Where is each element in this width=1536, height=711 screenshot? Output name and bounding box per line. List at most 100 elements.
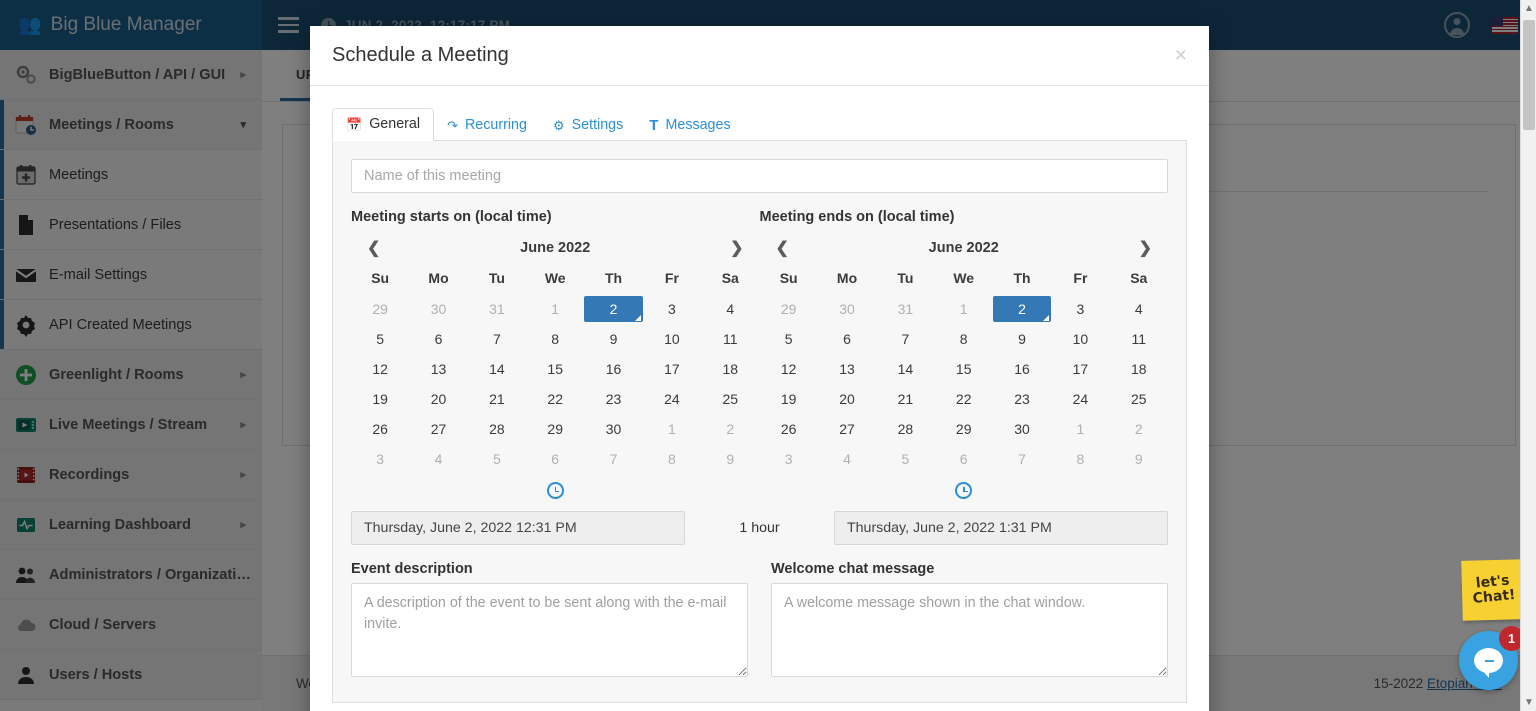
- calendar-day[interactable]: 29: [760, 296, 818, 322]
- calendar-day[interactable]: 29: [351, 296, 409, 322]
- calendar-day[interactable]: 12: [760, 356, 818, 382]
- calendar-day[interactable]: 9: [993, 326, 1051, 352]
- calendar-day[interactable]: 5: [351, 326, 409, 352]
- calendar-day[interactable]: 21: [876, 386, 934, 412]
- calendar-day[interactable]: 18: [1110, 356, 1168, 382]
- calendar-day[interactable]: 18: [701, 356, 759, 382]
- calendar-day[interactable]: 7: [584, 446, 642, 472]
- calendar-day[interactable]: 23: [993, 386, 1051, 412]
- calendar-day[interactable]: 6: [526, 446, 584, 472]
- calendar-day[interactable]: 10: [1051, 326, 1109, 352]
- page-scrollbar[interactable]: ▲ ▼: [1520, 0, 1536, 711]
- tab-general[interactable]: 📅 General: [332, 108, 434, 141]
- calendar-day[interactable]: 24: [643, 386, 701, 412]
- calendar-day[interactable]: 22: [935, 386, 993, 412]
- calendar-day[interactable]: 17: [1051, 356, 1109, 382]
- start-datetime-value[interactable]: Thursday, June 2, 2022 12:31 PM: [351, 511, 685, 545]
- calendar-day[interactable]: 27: [409, 416, 467, 442]
- welcome-message-textarea[interactable]: [771, 583, 1168, 677]
- calendar-day[interactable]: 5: [876, 446, 934, 472]
- calendar-day[interactable]: 26: [351, 416, 409, 442]
- calendar-day[interactable]: 25: [701, 386, 759, 412]
- chevron-right-icon[interactable]: ❯: [1139, 238, 1152, 258]
- calendar-day[interactable]: 5: [760, 326, 818, 352]
- calendar-day[interactable]: 9: [1110, 446, 1168, 472]
- calendar-day[interactable]: 29: [526, 416, 584, 442]
- calendar-day[interactable]: 12: [351, 356, 409, 382]
- calendar-day[interactable]: 10: [643, 326, 701, 352]
- calendar-day[interactable]: 27: [818, 416, 876, 442]
- calendar-day[interactable]: 8: [935, 326, 993, 352]
- calendar-day[interactable]: 4: [1110, 296, 1168, 322]
- calendar-day[interactable]: 20: [409, 386, 467, 412]
- calendar-day[interactable]: 7: [993, 446, 1051, 472]
- close-icon[interactable]: ×: [1175, 45, 1187, 66]
- calendar-day[interactable]: 7: [876, 326, 934, 352]
- scrollbar-thumb[interactable]: [1523, 20, 1535, 130]
- calendar-day[interactable]: 2: [701, 416, 759, 442]
- calendar-day-selected[interactable]: 2: [584, 296, 642, 322]
- calendar-day[interactable]: 3: [351, 446, 409, 472]
- calendar-day[interactable]: 28: [468, 416, 526, 442]
- calendar-day[interactable]: 2: [1110, 416, 1168, 442]
- calendar-day-selected[interactable]: 2: [993, 296, 1051, 322]
- calendar-day[interactable]: 15: [935, 356, 993, 382]
- calendar-day[interactable]: 23: [584, 386, 642, 412]
- chevron-left-icon[interactable]: ❮: [776, 238, 789, 258]
- calendar-day[interactable]: 15: [526, 356, 584, 382]
- calendar-day[interactable]: 11: [701, 326, 759, 352]
- calendar-day[interactable]: 30: [409, 296, 467, 322]
- chevron-right-icon[interactable]: ❯: [730, 238, 743, 258]
- tab-messages[interactable]: T Messages: [636, 110, 743, 141]
- calendar-day[interactable]: 29: [935, 416, 993, 442]
- tab-settings[interactable]: ⚙ Settings: [540, 110, 636, 141]
- calendar-day[interactable]: 30: [584, 416, 642, 442]
- calendar-day[interactable]: 28: [876, 416, 934, 442]
- event-description-textarea[interactable]: [351, 583, 748, 677]
- calendar-day[interactable]: 9: [584, 326, 642, 352]
- calendar-day[interactable]: 4: [409, 446, 467, 472]
- calendar-day[interactable]: 1: [1051, 416, 1109, 442]
- scroll-up-icon[interactable]: ▲: [1521, 0, 1536, 17]
- calendar-day[interactable]: 7: [468, 326, 526, 352]
- calendar-day[interactable]: 16: [993, 356, 1051, 382]
- calendar-day[interactable]: 14: [876, 356, 934, 382]
- calendar-day[interactable]: 1: [643, 416, 701, 442]
- calendar-day[interactable]: 21: [468, 386, 526, 412]
- calendar-day[interactable]: 4: [701, 296, 759, 322]
- clock-icon[interactable]: [955, 482, 972, 499]
- calendar-day[interactable]: 22: [526, 386, 584, 412]
- calendar-day[interactable]: 13: [818, 356, 876, 382]
- calendar-day[interactable]: 30: [993, 416, 1051, 442]
- calendar-day[interactable]: 5: [468, 446, 526, 472]
- calendar-day[interactable]: 3: [643, 296, 701, 322]
- calendar-day[interactable]: 31: [876, 296, 934, 322]
- calendar-day[interactable]: 6: [818, 326, 876, 352]
- calendar-day[interactable]: 31: [468, 296, 526, 322]
- calendar-day[interactable]: 9: [701, 446, 759, 472]
- lets-chat-note[interactable]: let's Chat!: [1461, 559, 1525, 621]
- clock-icon[interactable]: [547, 482, 564, 499]
- calendar-day[interactable]: 3: [760, 446, 818, 472]
- calendar-day[interactable]: 11: [1110, 326, 1168, 352]
- end-datetime-value[interactable]: Thursday, June 2, 2022 1:31 PM: [834, 511, 1168, 545]
- calendar-day[interactable]: 1: [935, 296, 993, 322]
- calendar-day[interactable]: 30: [818, 296, 876, 322]
- scroll-down-icon[interactable]: ▼: [1521, 694, 1536, 711]
- calendar-day[interactable]: 16: [584, 356, 642, 382]
- calendar-day[interactable]: 8: [526, 326, 584, 352]
- calendar-day[interactable]: 4: [818, 446, 876, 472]
- calendar-day[interactable]: 3: [1051, 296, 1109, 322]
- meeting-name-input[interactable]: [351, 159, 1168, 193]
- tab-recurring[interactable]: ↷ Recurring: [434, 110, 540, 141]
- calendar-day[interactable]: 14: [468, 356, 526, 382]
- calendar-day[interactable]: 24: [1051, 386, 1109, 412]
- calendar-day[interactable]: 1: [526, 296, 584, 322]
- calendar-day[interactable]: 26: [760, 416, 818, 442]
- calendar-day[interactable]: 8: [1051, 446, 1109, 472]
- calendar-day[interactable]: 13: [409, 356, 467, 382]
- calendar-day[interactable]: 20: [818, 386, 876, 412]
- calendar-day[interactable]: 17: [643, 356, 701, 382]
- calendar-day[interactable]: 6: [935, 446, 993, 472]
- chevron-left-icon[interactable]: ❮: [367, 238, 380, 258]
